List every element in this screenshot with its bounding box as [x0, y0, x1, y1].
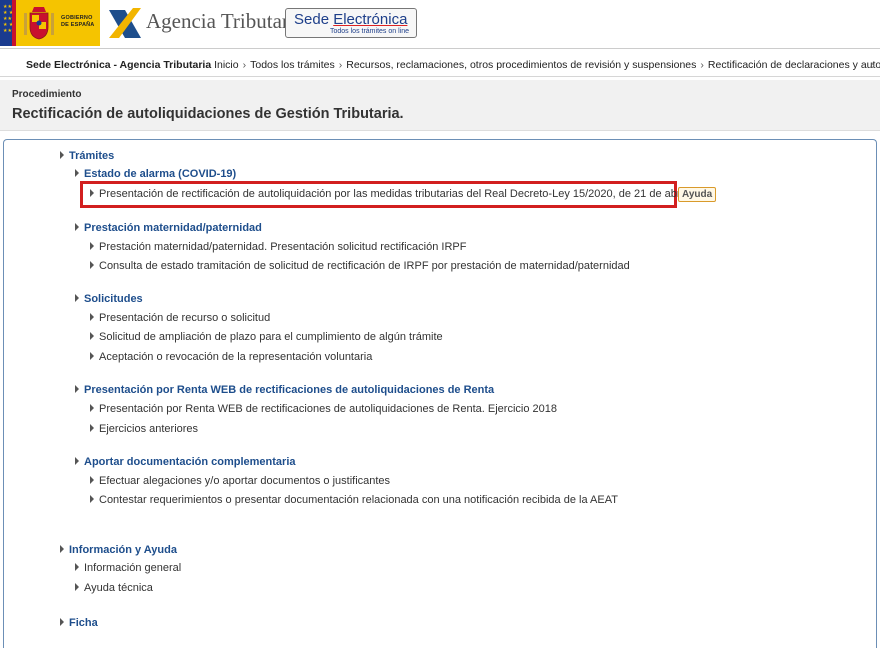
- sede-subtitle: Todos los trámites on line: [330, 28, 409, 35]
- sede-title: Sede Electrónica: [294, 11, 408, 28]
- breadcrumb-recursos[interactable]: Recursos, reclamaciones, otros procedimi…: [346, 59, 696, 71]
- tree-item-ejercicios-anteriores[interactable]: Ejercicios anteriores: [90, 422, 198, 436]
- breadcrumb-separator: ›: [242, 59, 247, 71]
- tree-section-documentacion[interactable]: Aportar documentación complementaria: [75, 455, 296, 469]
- tree-item-informacion-general[interactable]: Información general: [75, 561, 181, 575]
- coat-of-arms-icon: [24, 7, 54, 40]
- ayuda-button[interactable]: Ayuda: [678, 187, 717, 202]
- tree-section-solicitudes[interactable]: Solicitudes: [75, 292, 143, 306]
- arrow-icon: [90, 424, 94, 432]
- tree-item-representacion[interactable]: Aceptación o revocación de la representa…: [90, 350, 372, 364]
- breadcrumb-todos-tramites[interactable]: Todos los trámites: [250, 59, 335, 71]
- arrow-icon: [90, 495, 94, 503]
- expand-arrow-icon: [75, 457, 79, 465]
- expand-arrow-icon: [60, 151, 64, 159]
- arrow-icon: [90, 242, 94, 250]
- breadcrumb-separator: ›: [700, 59, 704, 71]
- tree-section-ficha[interactable]: Ficha: [60, 616, 98, 630]
- page-title: Rectificación de autoliquidaciones de Ge…: [12, 106, 404, 122]
- tree-section-maternidad[interactable]: Prestación maternidad/paternidad: [75, 221, 262, 235]
- gobierno-text: GOBIERNO DE ESPAÑA: [61, 15, 95, 28]
- tree-item-ayuda-tecnica[interactable]: Ayuda técnica: [75, 581, 153, 595]
- agencia-tributaria-logo-icon[interactable]: [106, 4, 144, 42]
- tree-section-covid[interactable]: Estado de alarma (COVID-19): [75, 167, 236, 181]
- arrow-icon: [90, 332, 94, 340]
- tree-item-requerimientos[interactable]: Contestar requerimientos o presentar doc…: [90, 493, 618, 507]
- tree-item-maternidad-consulta[interactable]: Consulta de estado tramitación de solici…: [90, 259, 630, 273]
- tree-item-ampliacion-plazo[interactable]: Solicitud de ampliación de plazo para el…: [90, 330, 443, 344]
- gobierno-de-espana-logo[interactable]: ★★ ★ ★ ★★ ★ ★ ★★ GOBIERNO DE ESPAÑA: [0, 0, 100, 46]
- arrow-icon: [75, 563, 79, 571]
- breadcrumb-rectificacion[interactable]: Rectificación de declaraciones y autoliq…: [708, 59, 880, 71]
- expand-arrow-icon: [60, 618, 64, 626]
- tree-section-informacion-ayuda[interactable]: Información y Ayuda: [60, 543, 177, 557]
- breadcrumb-separator: ›: [338, 59, 343, 71]
- sede-electronica-logo[interactable]: Sede Electrónica Todos los trámites on l…: [285, 8, 417, 38]
- tree-item-maternidad-solicitud[interactable]: Prestación maternidad/paternidad. Presen…: [90, 240, 466, 254]
- tree-section-renta-web[interactable]: Presentación por Renta WEB de rectificac…: [75, 383, 494, 397]
- expand-arrow-icon: [75, 294, 79, 302]
- tree-item-recurso[interactable]: Presentación de recurso o solicitud: [90, 311, 270, 325]
- tree-item-renta-2018[interactable]: Presentación por Renta WEB de rectificac…: [90, 402, 557, 416]
- agency-title[interactable]: Agencia Tributaria: [146, 9, 304, 34]
- tree-section-tramites[interactable]: Trámites: [60, 149, 114, 163]
- site-header: ★★ ★ ★ ★★ ★ ★ ★★ GOBIERNO DE ESPAÑA Agencia …: [0, 0, 880, 46]
- breadcrumb-site: Sede Electrónica - Agencia Tributaria: [26, 59, 212, 71]
- expand-arrow-icon: [75, 223, 79, 231]
- arrow-icon: [90, 352, 94, 360]
- expand-arrow-icon: [60, 545, 64, 553]
- breadcrumb-scroll-right-icon[interactable]: ›: [866, 53, 880, 77]
- expand-arrow-icon: [75, 169, 79, 177]
- breadcrumb-inicio[interactable]: Inicio: [214, 59, 239, 71]
- expand-arrow-icon: [75, 385, 79, 393]
- procedure-label: Procedimiento: [12, 89, 82, 100]
- arrow-icon: [75, 583, 79, 591]
- arrow-icon: [90, 404, 94, 412]
- arrow-icon: [90, 476, 94, 484]
- tree-item-alegaciones[interactable]: Efectuar alegaciones y/o aportar documen…: [90, 474, 390, 488]
- breadcrumb: Sede Electrónica - Agencia Tributaria In…: [0, 53, 880, 77]
- procedure-header: Procedimiento Rectificación de autoliqui…: [0, 80, 880, 131]
- header-divider: [0, 48, 880, 49]
- arrow-icon: [90, 261, 94, 269]
- tree-item-rectificacion-rdl-15-2020[interactable]: Presentación de rectificación de autoliq…: [90, 187, 685, 201]
- arrow-icon: [90, 313, 94, 321]
- arrow-icon: [90, 189, 94, 197]
- eu-flag-icon: ★★ ★ ★ ★★ ★ ★ ★★: [0, 0, 16, 46]
